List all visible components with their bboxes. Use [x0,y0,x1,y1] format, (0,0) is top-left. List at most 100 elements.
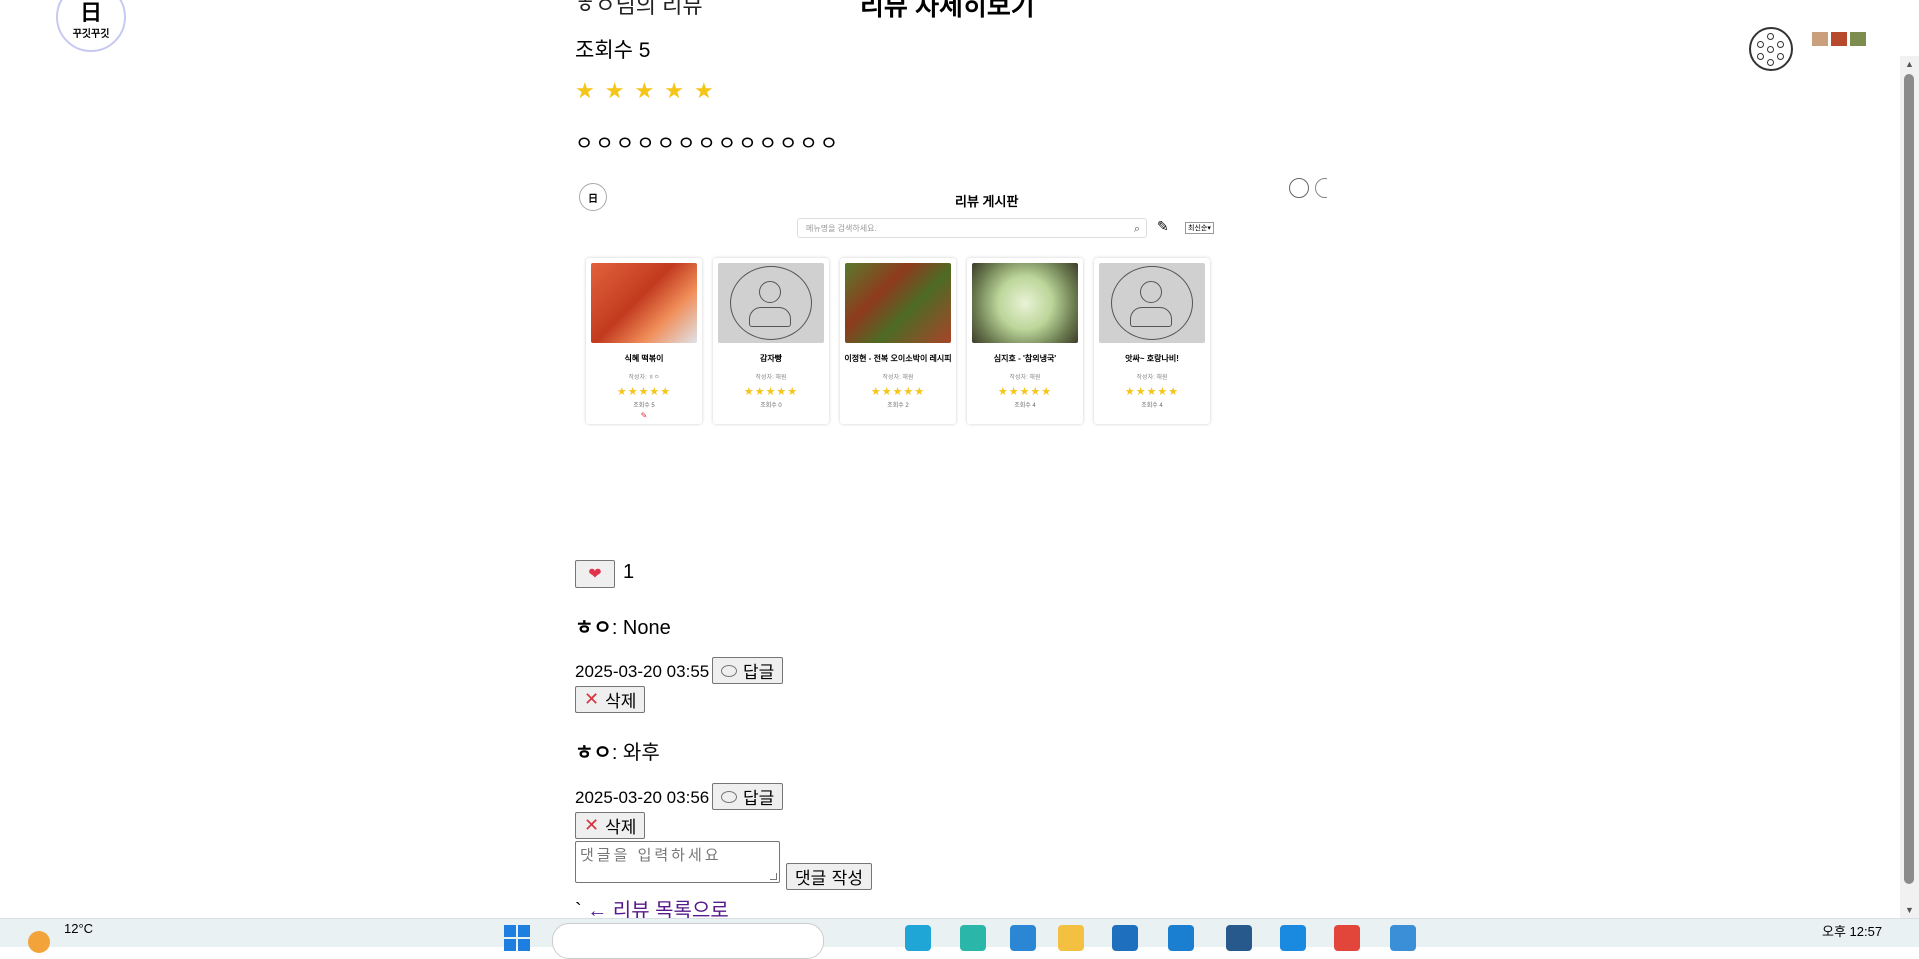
like-count: 1 [623,561,635,583]
comment-text: ㅎㅇ: 와후 [575,736,660,765]
chrome-icon[interactable] [1334,925,1360,951]
resize-handle[interactable] [770,873,777,880]
card-author: 작성자: 해원 [755,375,787,381]
card-stars: ★★★★★ [997,386,1053,398]
windows-start-icon[interactable] [504,925,530,951]
card-views: 조회수 4 [1141,403,1163,409]
card-title: 이정현 - 전복 오이소박이 레시피 [844,354,952,363]
card-image [591,263,697,343]
back-to-list-link[interactable]: ← 리뷰 목록으로 [587,900,729,918]
review-detail-page: 日 꾸깃꾸깃 ㅎㅇ님의 리뷰 리뷰 자세히보기 조회수 5 ★ ★ ★ ★ ★ … [0,0,1900,918]
logo-glyph: 日 [79,0,102,25]
comment-input-placeholder: 댓글을 입력하세요 [580,847,722,864]
backtick-text: ` [575,900,582,918]
comment-date: 2025-03-20 03:56 [575,788,710,807]
card-stars: ★★★★★ [1124,386,1180,398]
reply-button[interactable]: 답글 [712,657,784,684]
mail-icon[interactable] [1112,925,1138,951]
reply-label: 답글 [743,663,775,683]
card-views: 조회수 0 [760,403,782,409]
embedded-logo: 日 [579,183,607,211]
search-icon: ⌕ [1133,223,1140,235]
page-title: 리뷰 자세히보기 [860,0,1035,21]
card-title: 심지호 - '참외냉국' [993,354,1057,363]
folder-icon[interactable] [1058,925,1084,951]
pencil-icon: ✎ [640,411,648,420]
profile-icon [1315,178,1327,198]
comment-body: : None [611,617,671,639]
embedded-sort-select: 최신순▾ [1185,222,1214,234]
app-icon[interactable] [1280,925,1306,951]
review-card: 감자빵 작성자: 해원 ★★★★★ 조회수 0 [713,258,829,424]
clock: 오후 12:57 [1822,924,1883,939]
user-placeholder-icon [730,266,812,340]
submit-comment-button[interactable]: 댓글 작성 [786,863,872,890]
review-author-label: ㅎㅇ님의 리뷰 [575,0,703,18]
delete-button[interactable]: ✕ 삭제 [575,812,646,839]
card-title: 식혜 떡볶이 [624,354,664,363]
like-button[interactable]: ❤ [575,560,615,588]
store-icon[interactable] [1168,925,1194,951]
review-card: 심지호 - '참외냉국' 작성자: 해원 ★★★★★ 조회수 4 [967,258,1083,424]
card-stars: ★★★★★ [616,386,672,398]
card-stars: ★★★★★ [870,386,926,398]
star-icon: ★ [575,78,595,103]
star-icon: ★ [604,78,625,103]
card-views: 조회수 2 [887,403,909,409]
review-card: 이정현 - 전복 오이소박이 레시피 작성자: 해원 ★★★★★ 조회수 2 [840,258,956,424]
reply-button[interactable]: 답글 [712,783,784,810]
heart-icon: ❤ [588,566,602,583]
speech-bubble-icon [721,790,737,803]
terminal-icon[interactable] [1226,925,1252,951]
star-icon: ★ [693,78,714,103]
calendar-icon[interactable] [1390,925,1416,951]
profile-thumbnail[interactable] [1808,20,1870,58]
comment-body: : 와후 [611,742,660,764]
comment-date: 2025-03-20 03:55 [575,662,710,681]
weather-icon[interactable] [28,931,50,953]
star-icon: ★ [664,78,684,103]
embedded-search-placeholder: 메뉴명을 검색하세요. [806,224,877,233]
card-author: 작성자: ㅎㅇ [628,375,660,381]
card-views: 조회수 5 [633,403,655,409]
delete-label: 삭제 [605,818,637,838]
card-author: 작성자: 해원 [1009,375,1041,381]
card-stars: ★★★★★ [743,386,799,398]
os-taskbar: 12°C 오후 12:57 [0,918,1919,959]
scrollbar-thumb[interactable] [1904,74,1914,884]
review-content: ㅇㅇㅇㅇㅇㅇㅇㅇㅇㅇㅇㅇㅇ [575,133,841,155]
comment-input[interactable]: 댓글을 입력하세요 [575,841,780,883]
close-icon: ✕ [584,689,600,710]
close-icon: ✕ [584,815,600,836]
view-count: 조회수 5 [575,39,651,62]
logo-text: 꾸깃꾸깃 [72,28,110,40]
delete-button[interactable]: ✕ 삭제 [575,686,646,713]
card-image [972,263,1078,343]
site-logo[interactable]: 日 꾸깃꾸깃 [56,0,126,52]
card-title: 감자빵 [759,354,783,363]
app-icon[interactable] [905,925,931,951]
vscode-icon[interactable] [1010,925,1036,951]
embedded-search-input: 메뉴명을 검색하세요. ⌕ [797,218,1147,238]
card-image-placeholder [1099,263,1205,343]
edit-icon: ✎ [1157,218,1169,234]
card-title: 앗싸~ 호랑나비! [1125,354,1179,363]
review-card: 식혜 떡볶이 작성자: ㅎㅇ ★★★★★ 조회수 5 ✎ [586,258,702,424]
scroll-down-icon[interactable]: ▼ [1905,905,1914,915]
scroll-up-icon[interactable]: ▲ [1905,59,1914,69]
cookie-icon[interactable] [1749,27,1793,71]
taskbar-search[interactable] [552,923,824,959]
cookie-icon [1289,178,1309,198]
vertical-scrollbar[interactable]: ▲ ▼ [1900,56,1919,918]
card-author: 작성자: 해원 [882,375,914,381]
delete-label: 삭제 [605,692,637,712]
embedded-card-list: 식혜 떡볶이 작성자: ㅎㅇ ★★★★★ 조회수 5 ✎ 감자빵 작성자: 해원… [586,258,1210,424]
star-icon: ★ [634,78,655,103]
user-placeholder-icon [1111,266,1193,340]
card-author: 작성자: 해원 [1136,375,1168,381]
review-image: 日 리뷰 게시판 메뉴명을 검색하세요. ⌕ ✎ 최신순▾ 식혜 떡볶이 작성자… [575,178,1327,438]
browser-icon[interactable] [960,925,986,951]
reply-label: 답글 [743,789,775,809]
review-card: 앗싸~ 호랑나비! 작성자: 해원 ★★★★★ 조회수 4 [1094,258,1210,424]
temperature: 12°C [64,921,94,936]
